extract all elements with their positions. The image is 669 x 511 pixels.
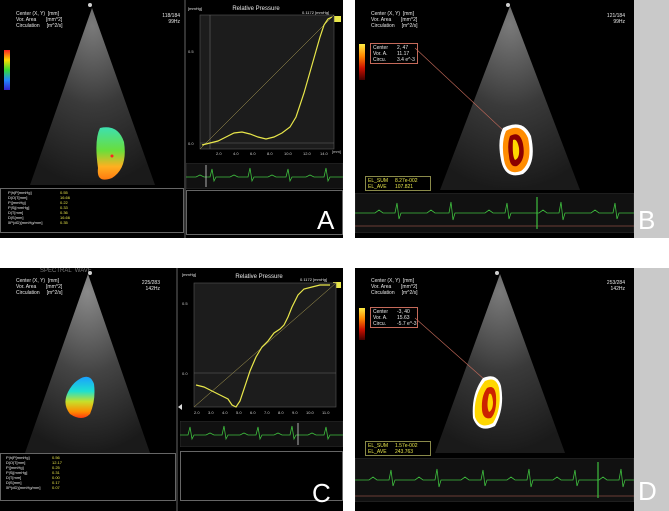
ultrasound-image	[414, 6, 580, 190]
param-label-7: δP(dD)[mmHg/mm]	[8, 220, 43, 225]
el-ave-label: EL_AVE	[368, 449, 387, 455]
svg-text:8.0: 8.0	[267, 151, 273, 156]
chart-unit: [mmHg]	[188, 6, 202, 11]
param-value-7: 0.35	[60, 220, 68, 225]
panel-letter: C	[312, 478, 331, 508]
svg-text:10.0: 10.0	[284, 151, 293, 156]
ultrasound-image	[414, 274, 565, 453]
panel-d: Center (X, Y) [mm] Vor. Area [mm^2] Circ…	[355, 268, 669, 511]
info-value-3: -5.7 e^-3	[397, 321, 417, 327]
ecg-trace	[180, 421, 343, 447]
svg-text:5.0: 5.0	[236, 410, 242, 415]
svg-text:6.0: 6.0	[250, 151, 256, 156]
svg-text:[mm]: [mm]	[332, 149, 341, 154]
svg-text:8.0: 8.0	[278, 410, 284, 415]
panel-a: Center (X, Y) [mm] Vor. Area [mm^2] Circ…	[0, 0, 343, 238]
svg-text:0.5: 0.5	[188, 49, 194, 54]
side-gray-bar	[634, 268, 669, 511]
info-label-3: Circu.	[373, 321, 387, 327]
pressure-chart: 0.5 0.0 2.0 4.0 6.0 8.0 10.0 12.0 14.0 […	[188, 14, 341, 156]
divider-vertical	[176, 268, 178, 511]
svg-text:6.0: 6.0	[250, 410, 256, 415]
param-label-7: δP(dD)[mmHg/mm]	[6, 485, 41, 490]
svg-text:4.0: 4.0	[233, 151, 239, 156]
panel-c: SPECTRAL WAVE Center (X, Y) [mm] Vor. Ar…	[0, 268, 343, 511]
svg-text:11.0: 11.0	[322, 410, 330, 415]
param-value-7: 0.07	[52, 485, 60, 490]
svg-text:4.0: 4.0	[222, 410, 228, 415]
svg-text:3.0: 3.0	[208, 410, 214, 415]
el-ave-value: 243.763	[395, 449, 414, 455]
svg-text:0.0: 0.0	[182, 371, 188, 376]
svg-text:9.0: 9.0	[292, 410, 298, 415]
panel-b: Center (X, Y) [mm] Vor. Area [mm^2] Circ…	[355, 0, 669, 238]
ecg-trace	[186, 163, 343, 189]
svg-text:0.0: 0.0	[188, 141, 194, 146]
pressure-chart: 0.5 0.0 2.0 3.0 4.0 5.0 6.0 7.0 8.0 9.0 …	[182, 282, 337, 415]
params-table	[0, 453, 176, 501]
ecg-trace	[355, 193, 634, 233]
panel-letter: D	[638, 476, 657, 506]
panel-letter: A	[317, 205, 335, 235]
ecg-trace	[355, 458, 634, 502]
info-value-3: 3.4 e^-3	[397, 57, 415, 63]
svg-text:12.0: 12.0	[303, 151, 312, 156]
info-label-3: Circu.	[373, 57, 387, 63]
svg-text:2.0: 2.0	[216, 151, 222, 156]
svg-text:14.0: 14.0	[320, 151, 329, 156]
side-gray-bar	[634, 0, 669, 238]
svg-text:2.0: 2.0	[194, 410, 200, 415]
svg-text:0.5: 0.5	[182, 301, 188, 306]
panel-letter: B	[638, 205, 656, 235]
svg-text:10.0: 10.0	[306, 410, 315, 415]
el-ave-label: EL_AVE	[368, 184, 387, 190]
chart-unit: [mmHg]	[182, 272, 196, 277]
svg-text:7.0: 7.0	[264, 410, 270, 415]
ultrasound-image	[30, 8, 155, 185]
ultrasound-image	[25, 274, 150, 453]
el-ave-value: 107.821	[395, 184, 414, 190]
